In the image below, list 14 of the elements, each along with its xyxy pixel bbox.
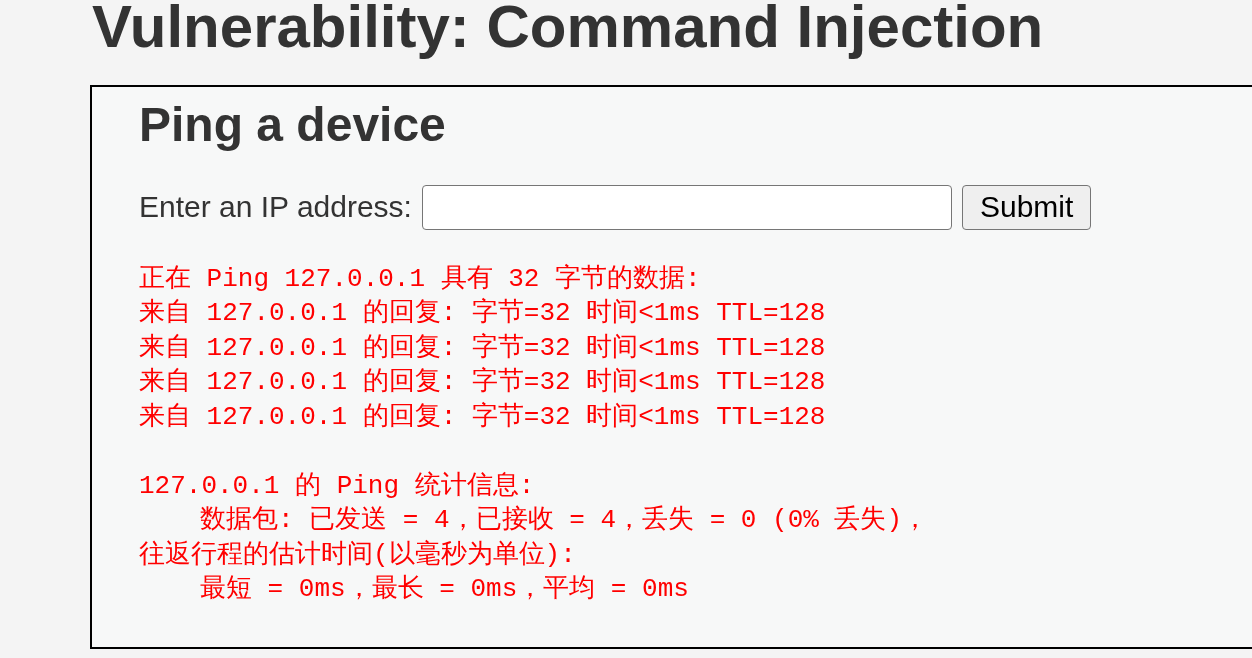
ip-address-field[interactable] — [421, 184, 952, 230]
output-line: 数据包: 已发送 = 4，已接收 = 4，丢失 = 0 (0% 丢失)， — [200, 504, 929, 538]
output-line: 来自 127.0.0.1 的回复: 字节=32 时间<1ms TTL=128 — [139, 297, 826, 331]
output-line: 来自 127.0.0.1 的回复: 字节=32 时间<1ms TTL=128 — [139, 400, 826, 434]
page-title: Vulnerability: Command Injection — [92, 0, 1044, 61]
output-line: 来自 127.0.0.1 的回复: 字节=32 时间<1ms TTL=128 — [139, 366, 826, 400]
output-line: 来自 127.0.0.1 的回复: 字节=32 时间<1ms TTL=128 — [139, 331, 826, 365]
output-line: 最短 = 0ms，最长 = 0ms，平均 = 0ms — [200, 573, 689, 607]
output-line: 127.0.0.1 的 Ping 统计信息: — [139, 469, 535, 503]
output-line: 正在 Ping 127.0.0.1 具有 32 字节的数据: — [139, 262, 701, 296]
ip-address-label: Enter an IP address: — [139, 190, 412, 225]
output-line: 往返行程的估计时间(以毫秒为单位): — [139, 538, 576, 572]
submit-button[interactable]: Submit — [961, 184, 1092, 230]
section-heading: Ping a device — [139, 97, 446, 153]
